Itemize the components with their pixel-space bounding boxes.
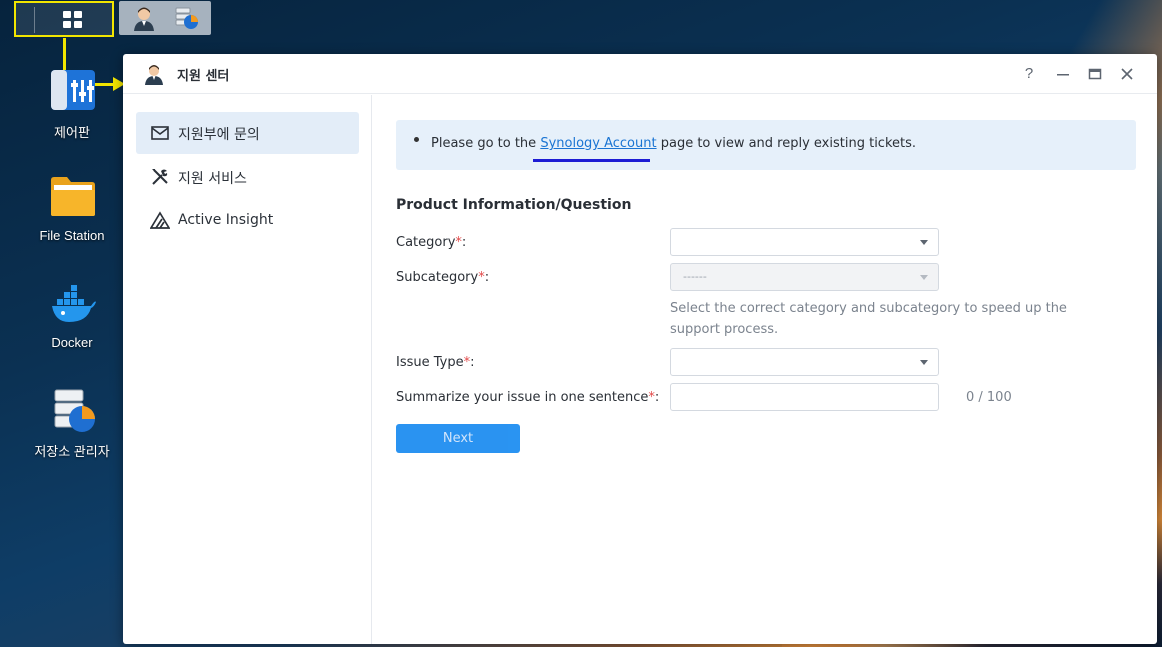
subcategory-select[interactable]: ------ <box>670 263 939 291</box>
help-button[interactable]: ? <box>1019 64 1039 84</box>
sidebar-item-label: 지원 서비스 <box>178 171 247 187</box>
label-colon: : <box>461 235 467 250</box>
chevron-down-icon <box>920 275 928 280</box>
next-button[interactable]: Next <box>396 424 520 453</box>
close-icon <box>1121 68 1133 80</box>
desktop-icon-file-station[interactable]: File Station <box>22 174 122 246</box>
subcategory-label-text: Subcategory <box>396 270 479 285</box>
active-insight-icon <box>149 211 171 231</box>
maximize-icon <box>1088 68 1102 80</box>
desktop-icon-storage-manager[interactable]: 저장소 관리자 <box>22 388 122 460</box>
envelope-icon <box>150 123 170 143</box>
storage-manager-icon <box>49 388 97 432</box>
desktop-icon-control-panel[interactable]: 제어판 <box>22 66 122 146</box>
subcategory-label: Subcategory*: <box>396 270 489 285</box>
category-label: Category*: <box>396 235 466 250</box>
bullet <box>414 137 419 142</box>
control-panel-icon <box>49 68 97 112</box>
docker-whale-icon <box>49 284 97 328</box>
sidebar-item-contact-support[interactable]: 지원부에 문의 <box>136 112 359 154</box>
label-colon: : <box>484 270 490 285</box>
notice-suffix: page to view and reply existing tickets. <box>656 136 917 151</box>
main-content: Please go to the Synology Account page t… <box>373 95 1157 644</box>
summary-label: Summarize your issue in one sentence*: <box>396 390 659 405</box>
notice-text: Please go to the Synology Account page t… <box>431 136 916 151</box>
sidebar-item-active-insight[interactable]: Active Insight <box>136 200 359 242</box>
window-titlebar[interactable]: 지원 센터 ? <box>123 54 1157 94</box>
support-center-taskbar-icon[interactable] <box>131 5 157 31</box>
window-title: 지원 센터 <box>177 69 230 84</box>
sidebar: 지원부에 문의 지원 서비스 Active Insight <box>123 95 372 644</box>
chevron-down-icon <box>920 240 928 245</box>
taskbar-open-apps <box>119 1 211 35</box>
storage-manager-taskbar-icon[interactable] <box>173 5 199 31</box>
desktop-icon-label: Docker <box>51 335 93 350</box>
summary-input[interactable] <box>670 383 939 411</box>
tools-icon <box>150 167 170 187</box>
desktop-icon-label: File Station <box>39 228 105 243</box>
character-counter: 0 / 100 <box>966 390 1012 405</box>
category-select[interactable] <box>670 228 939 256</box>
folder-icon <box>49 174 97 218</box>
minimize-icon <box>1057 74 1069 76</box>
sidebar-item-label: 지원부에 문의 <box>178 127 260 143</box>
notice-prefix: Please go to the <box>431 136 541 151</box>
desktop-icon-docker[interactable]: Docker <box>22 284 122 356</box>
info-notice: Please go to the Synology Account page t… <box>396 120 1136 170</box>
label-colon: : <box>470 355 475 370</box>
chevron-down-icon <box>920 360 928 365</box>
sidebar-item-support-services[interactable]: 지원 서비스 <box>136 156 359 198</box>
synology-account-link[interactable]: Synology Account <box>540 136 656 151</box>
main-menu-button[interactable] <box>14 1 114 37</box>
issue-type-select[interactable] <box>670 348 939 376</box>
section-title: Product Information/Question <box>396 197 632 213</box>
sidebar-item-label: Active Insight <box>178 212 274 228</box>
issue-type-label: Issue Type*: <box>396 355 475 370</box>
summary-label-text: Summarize your issue in one sentence <box>396 390 649 405</box>
support-center-window: 지원 센터 ? 지원부에 문의 지원 서비스 Active Insight Pl… <box>123 54 1157 644</box>
issue-type-label-text: Issue Type <box>396 355 464 370</box>
taskbar <box>0 0 1162 38</box>
support-center-icon <box>143 63 165 85</box>
desktop-icon-label: 제어판 <box>54 125 90 140</box>
annotation-underline <box>533 159 650 162</box>
main-menu-icon <box>63 11 83 29</box>
taskbar-divider <box>34 7 35 33</box>
minimize-button[interactable] <box>1053 64 1073 84</box>
close-button[interactable] <box>1117 64 1137 84</box>
subcategory-value: ------ <box>683 270 707 283</box>
maximize-button[interactable] <box>1085 64 1105 84</box>
label-colon: : <box>654 390 660 405</box>
desktop-icon-label: 저장소 관리자 <box>34 444 110 459</box>
category-hint: Select the correct category and subcateg… <box>670 301 1067 337</box>
category-label-text: Category <box>396 235 456 250</box>
